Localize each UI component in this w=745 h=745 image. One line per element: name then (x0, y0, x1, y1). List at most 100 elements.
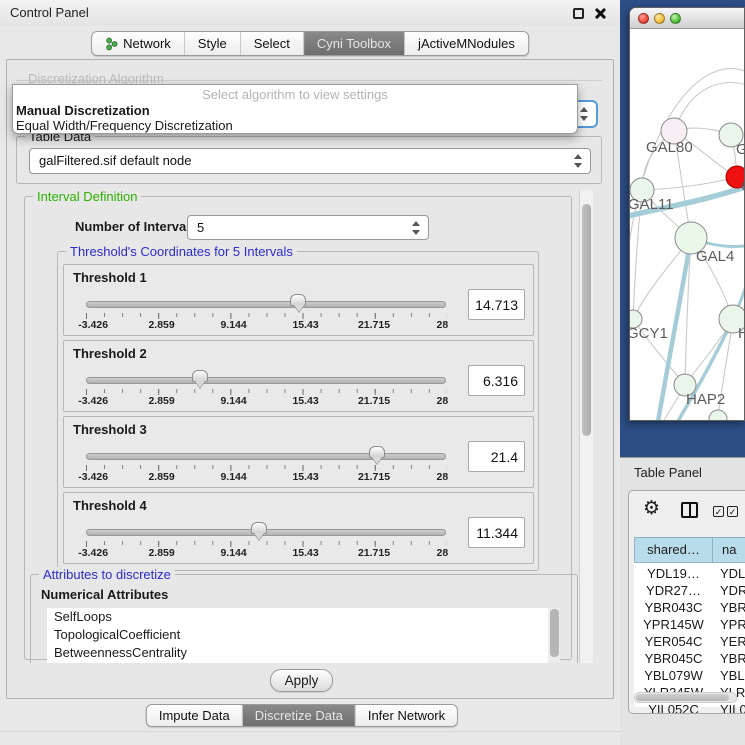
slider-thumb[interactable] (369, 446, 385, 458)
tab-style[interactable]: Style (185, 32, 241, 55)
cyni-bottom-tabs: Impute Data Discretize Data Infer Networ… (146, 704, 458, 727)
tab-infer-network[interactable]: Infer Network (356, 705, 457, 726)
tab-network[interactable]: Network (92, 32, 185, 55)
close-panel-icon[interactable] (593, 7, 606, 20)
slider-track[interactable] (86, 301, 446, 308)
number-of-intervals-label: Number of Intervals (75, 219, 197, 234)
threshold-2-slider[interactable]: -3.426 2.859 9.144 15.43 21.715 28 (86, 369, 454, 409)
table-row[interactable]: YBL079W YBL0 (634, 667, 745, 684)
slider-track[interactable] (86, 377, 446, 384)
combo-arrows-icon (574, 154, 583, 168)
threshold-1-value-field[interactable] (468, 289, 525, 320)
svg-text:C: C (741, 178, 745, 195)
application-window: Control Panel Network Style Select Cyni … (0, 0, 745, 745)
dropdown-prompt[interactable]: Select algorithm to view settings (13, 87, 577, 102)
panel-vertical-scrollbar[interactable] (579, 190, 593, 663)
zoom-window-icon[interactable] (670, 13, 681, 24)
minimize-window-icon[interactable] (654, 13, 665, 24)
split-columns-icon[interactable] (681, 502, 698, 518)
table-row[interactable]: YPR145W YPR1 (634, 616, 745, 633)
list-item[interactable]: TopologicalCoefficient (47, 626, 548, 644)
svg-text:GCY1: GCY1 (630, 325, 668, 342)
slider-tick-labels: -3.426 2.859 9.144 15.43 21.715 28 (86, 547, 446, 559)
slider-thumb[interactable] (251, 522, 267, 534)
settings-scroll-area: Interval Definition Number of Intervals … (16, 190, 604, 663)
numerical-attributes-list: SelfLoops TopologicalCoefficient Between… (47, 608, 548, 663)
dropdown-item-manual-discretization[interactable]: Manual Discretization (16, 103, 150, 118)
table-data-value: galFiltered.sif default node (39, 153, 191, 168)
tab-jactivemnodules[interactable]: jActiveMNodules (405, 32, 528, 55)
scrollbar-thumb[interactable] (550, 609, 559, 657)
slider-tick-labels: -3.426 2.859 9.144 15.43 21.715 28 (86, 319, 446, 331)
slider-thumb[interactable] (192, 370, 208, 382)
tab-network-label: Network (123, 36, 171, 51)
threshold-1-panel: Threshold 1 -3.426 2.859 9.144 15.43 21.… (63, 264, 534, 336)
threshold-3-panel: Threshold 3 -3.426 2.859 9.144 15.43 21.… (63, 416, 534, 488)
node-table: shared… na YDL19… YDL1 YDR27… YDR2 YBR04… (634, 537, 745, 707)
numerical-attributes-label: Numerical Attributes (41, 587, 168, 602)
dropdown-item-equal-width[interactable]: Equal Width/Frequency Discretization (16, 118, 233, 133)
number-of-intervals-value: 5 (197, 220, 204, 235)
float-panel-icon[interactable] (573, 8, 584, 19)
table-row[interactable]: YDL19… YDL1 (634, 565, 745, 582)
table-row[interactable]: YBR043C YBR0 (634, 599, 745, 616)
threshold-3-label: Threshold 3 (73, 422, 147, 437)
slider-tick-labels: -3.426 2.859 9.144 15.43 21.715 28 (86, 395, 446, 407)
table-row[interactable]: YBR045C YBR0 (634, 650, 745, 667)
scrollbar-thumb[interactable] (582, 204, 591, 436)
network-view-window[interactable]: GAL80 GA C GAL11 GAL4 GCY1 H HAP2 (629, 7, 745, 421)
table-panel-title: Table Panel (634, 465, 702, 480)
network-graph: GAL80 GA C GAL11 GAL4 GCY1 H HAP2 (630, 29, 745, 421)
scrollbar-thumb[interactable] (636, 694, 729, 701)
svg-text:GAL11: GAL11 (630, 196, 674, 213)
threshold-4-value-field[interactable] (468, 517, 525, 548)
tab-cyni-toolbox[interactable]: Cyni Toolbox (304, 32, 405, 55)
apply-button[interactable]: Apply (270, 669, 333, 692)
attributes-list-scrollbar[interactable] (548, 608, 560, 663)
threshold-4-label: Threshold 4 (73, 498, 147, 513)
checkbox-icon[interactable]: ✓ (713, 506, 724, 517)
interval-definition-title: Interval Definition (33, 190, 141, 204)
network-window-titlebar[interactable] (630, 8, 744, 29)
tab-select[interactable]: Select (241, 32, 304, 55)
checkbox-icon[interactable]: ✓ (727, 506, 738, 517)
table-data-combobox[interactable]: galFiltered.sif default node (29, 148, 591, 174)
list-item[interactable]: BetweennessCentrality (47, 644, 548, 662)
list-item[interactable]: SelfLoops (47, 608, 548, 626)
slider-tick-labels: -3.426 2.859 9.144 15.43 21.715 28 (86, 471, 446, 483)
network-icon (105, 37, 118, 51)
combo-arrows-icon (580, 107, 589, 121)
threshold-2-label: Threshold 2 (73, 346, 147, 361)
threshold-1-slider[interactable]: -3.426 2.859 9.144 15.43 21.715 28 (86, 293, 454, 333)
algorithm-dropdown-popup: Select algorithm to view settings Manual… (12, 84, 578, 134)
node-partial-bottom[interactable] (709, 410, 727, 421)
table-row[interactable]: YDR27… YDR2 (634, 582, 745, 599)
threshold-2-panel: Threshold 2 -3.426 2.859 9.144 15.43 21.… (63, 340, 534, 412)
column-header-shared[interactable]: shared… (634, 537, 713, 563)
threshold-3-value-field[interactable] (468, 441, 525, 472)
threshold-1-label: Threshold 1 (73, 270, 147, 285)
table-panel: Table Panel ⚙ ✓ ✓ shared… na YDL19… YDL1… (620, 457, 745, 745)
table-panel-body: ⚙ ✓ ✓ shared… na YDL19… YDL1 YDR27… YDR2… (628, 490, 745, 714)
svg-text:GA: GA (736, 141, 745, 158)
slider-track[interactable] (86, 453, 446, 460)
network-canvas[interactable]: GAL80 GA C GAL11 GAL4 GCY1 H HAP2 (630, 29, 745, 421)
threshold-2-value-field[interactable] (468, 365, 525, 396)
thresholds-group-title: Threshold's Coordinates for 5 Intervals (66, 244, 297, 259)
attributes-group-title: Attributes to discretize (39, 567, 175, 582)
gear-icon[interactable]: ⚙ (643, 497, 660, 520)
tab-discretize-data[interactable]: Discretize Data (243, 705, 356, 726)
column-header-name[interactable]: na (712, 537, 745, 563)
table-horizontal-scrollbar[interactable] (634, 692, 737, 703)
number-of-intervals-combobox[interactable]: 5 (187, 215, 429, 240)
control-panel-tabs: Network Style Select Cyni Toolbox jActiv… (91, 31, 529, 56)
divider (0, 731, 620, 732)
threshold-3-slider[interactable]: -3.426 2.859 9.144 15.43 21.715 28 (86, 445, 454, 485)
table-row[interactable]: YER054C YER0 (634, 633, 745, 650)
threshold-4-slider[interactable]: -3.426 2.859 9.144 15.43 21.715 28 (86, 521, 454, 561)
slider-thumb[interactable] (290, 294, 306, 306)
close-window-icon[interactable] (638, 13, 649, 24)
control-panel-titlebar: Control Panel (0, 0, 620, 26)
combo-arrows-icon (412, 221, 421, 235)
tab-impute-data[interactable]: Impute Data (147, 705, 243, 726)
